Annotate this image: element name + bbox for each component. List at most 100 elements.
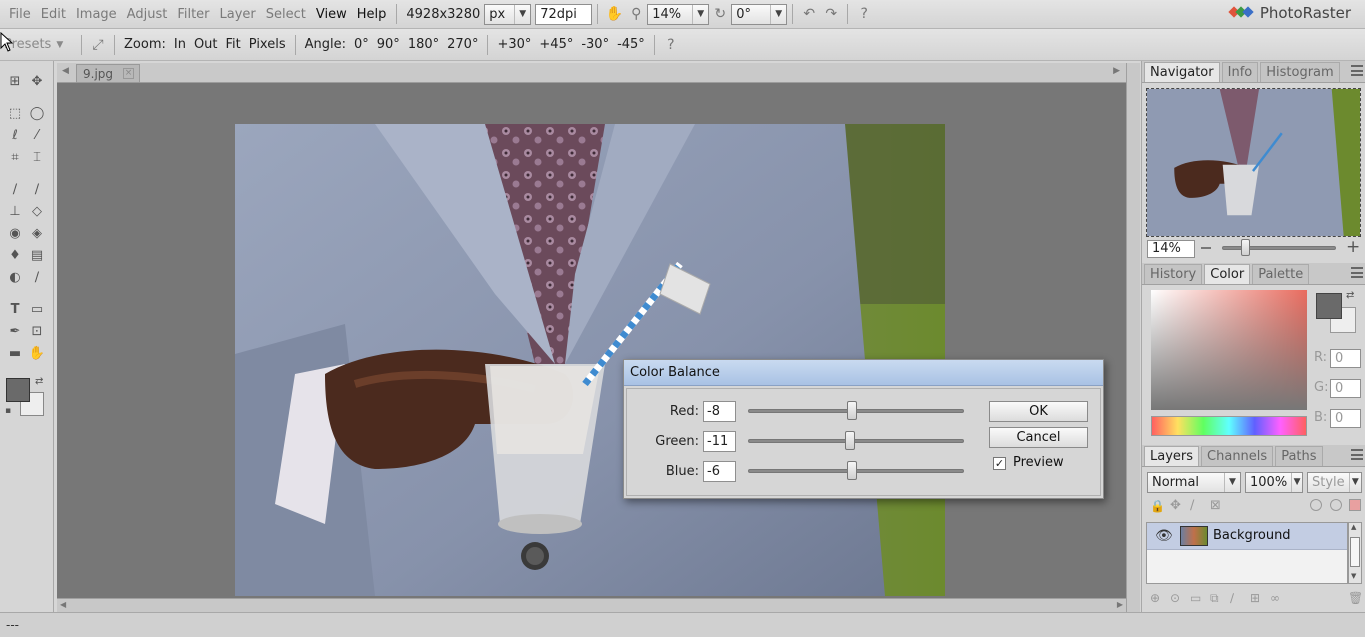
angle-270-button[interactable]: 270° <box>443 37 482 52</box>
zoom-icon[interactable]: ⚲ <box>625 3 647 25</box>
magic-wand-icon[interactable]: ⁄ <box>28 126 46 144</box>
ok-button[interactable]: OK <box>989 401 1088 422</box>
eye-icon[interactable]: 👁 <box>1155 528 1173 544</box>
menu-filter[interactable]: Filter <box>172 0 214 29</box>
hue-slider[interactable] <box>1151 416 1307 436</box>
navigator-preview[interactable] <box>1146 88 1361 237</box>
blend-mode-select[interactable]: Normal ▼ <box>1147 472 1241 493</box>
navigator-zoom-slider[interactable] <box>1222 246 1336 250</box>
scroll-up-icon[interactable]: ▲ <box>1351 523 1356 531</box>
angle-180-button[interactable]: 180° <box>404 37 443 52</box>
hand-tool-icon[interactable]: ✋ <box>28 344 46 362</box>
blur-icon[interactable]: ♦ <box>6 246 24 264</box>
menu-file[interactable]: File <box>4 0 36 29</box>
tab-scroll-left-icon[interactable]: ◀ <box>62 66 69 76</box>
eyedropper-icon[interactable]: ∕ <box>28 268 46 286</box>
pen-icon[interactable]: ✒ <box>6 322 24 340</box>
rotate-icon[interactable]: ↻ <box>709 3 731 25</box>
eraser-icon[interactable]: ◇ <box>28 202 46 220</box>
lock-position-icon[interactable]: ✥ <box>1170 498 1181 513</box>
rect-select-icon[interactable]: ⬚ <box>6 104 24 122</box>
layers-scrollbar[interactable]: ▲ ▼ <box>1348 522 1362 584</box>
new-group-icon[interactable]: ▭ <box>1190 591 1201 605</box>
g-field[interactable]: 0 <box>1330 379 1361 398</box>
duplicate-icon[interactable]: ⧉ <box>1210 591 1219 606</box>
green-field[interactable]: -11 <box>703 430 736 452</box>
green-slider-thumb[interactable] <box>844 431 855 450</box>
zoom-out-icon[interactable] <box>1201 247 1211 249</box>
undo-icon[interactable]: ↶ <box>798 3 820 25</box>
brush-icon[interactable]: ∕ <box>28 180 46 198</box>
redo-icon[interactable]: ↷ <box>820 3 842 25</box>
layer-color-icon[interactable] <box>1349 499 1361 511</box>
tab-histogram[interactable]: Histogram <box>1260 62 1340 82</box>
style-select[interactable]: Style ▼ <box>1307 472 1362 493</box>
move-icon[interactable]: ✥ <box>28 72 46 90</box>
tab-palette[interactable]: Palette <box>1252 264 1310 284</box>
paint-bucket-icon[interactable]: ◈ <box>28 224 46 242</box>
document-tab[interactable]: 9.jpg × <box>76 64 140 83</box>
angle-90-button[interactable]: 90° <box>373 37 404 52</box>
scroll-down-icon[interactable]: ▼ <box>1351 572 1356 580</box>
menu-view[interactable]: View <box>311 0 352 29</box>
help-icon[interactable]: ? <box>853 3 875 25</box>
add-style-icon[interactable]: ⊙ <box>1170 591 1180 605</box>
zoom-in-icon[interactable]: + <box>1346 239 1360 256</box>
shape-icon[interactable]: ▭ <box>28 300 46 318</box>
reset-colors-icon[interactable]: ▪ <box>5 406 11 416</box>
angle-minus45-button[interactable]: -45° <box>613 37 649 52</box>
scroll-right-icon[interactable]: ▶ <box>1117 600 1123 609</box>
tab-channels[interactable]: Channels <box>1201 446 1274 466</box>
gradient-icon[interactable]: ▤ <box>28 246 46 264</box>
transform-icon[interactable]: ⊡ <box>28 322 46 340</box>
ellipse-select-icon[interactable]: ◯ <box>28 104 46 122</box>
filter-icon[interactable]: ⊞ <box>1250 591 1260 605</box>
dpi-field[interactable]: 72dpi <box>535 3 593 25</box>
preview-checkbox[interactable]: ✓ <box>993 457 1006 470</box>
panel-menu-icon[interactable] <box>1351 449 1363 460</box>
tab-navigator[interactable]: Navigator <box>1144 62 1220 82</box>
close-icon[interactable]: × <box>123 68 135 79</box>
text-icon[interactable]: T <box>6 300 24 318</box>
layer-row[interactable]: 👁 Background <box>1147 523 1347 550</box>
navigator-zoom-field[interactable]: 14% <box>1147 240 1195 258</box>
menu-adjust[interactable]: Adjust <box>122 0 173 29</box>
tab-history[interactable]: History <box>1144 264 1203 284</box>
lock-transparency-icon[interactable]: ⊠ <box>1210 498 1221 513</box>
trash-icon[interactable]: 🗑 <box>1348 591 1363 605</box>
lasso-icon[interactable]: ℓ <box>6 126 24 144</box>
foreground-color-swatch[interactable] <box>1316 293 1342 319</box>
clone-stamp-icon[interactable]: ⊥ <box>6 202 24 220</box>
tab-scroll-right-icon[interactable]: ▶ <box>1113 66 1120 76</box>
menu-layer[interactable]: Layer <box>215 0 261 29</box>
opacity-select[interactable]: 100% ▼ <box>1245 472 1303 493</box>
zoom-pixels-button[interactable]: Pixels <box>245 37 290 52</box>
help-icon[interactable]: ? <box>660 34 682 56</box>
navigator-zoom-thumb[interactable] <box>1240 239 1250 256</box>
scroll-thumb[interactable] <box>1350 537 1360 567</box>
red-eye-icon[interactable]: ◉ <box>6 224 24 242</box>
angle-0-button[interactable]: 0° <box>350 37 373 52</box>
swap-colors-icon[interactable]: ⇄ <box>35 376 43 387</box>
artboard-icon[interactable]: ⊞ <box>6 72 24 90</box>
green-slider[interactable] <box>748 439 964 443</box>
new-layer-icon[interactable]: ⊕ <box>1150 591 1160 605</box>
angle-minus30-button[interactable]: -30° <box>577 37 613 52</box>
angle-plus30-button[interactable]: +30° <box>493 37 535 52</box>
menu-edit[interactable]: Edit <box>36 0 71 29</box>
r-field[interactable]: 0 <box>1330 349 1361 368</box>
layer-mask-icon[interactable] <box>1310 499 1322 511</box>
panel-menu-icon[interactable] <box>1351 65 1363 76</box>
blue-field[interactable]: -6 <box>703 460 736 482</box>
cancel-button[interactable]: Cancel <box>989 427 1088 448</box>
swap-colors-icon[interactable]: ⇄ <box>1346 290 1354 301</box>
edit-icon[interactable]: ∕ <box>1230 591 1234 605</box>
pencil-icon[interactable]: ∕ <box>6 180 24 198</box>
tab-layers[interactable]: Layers <box>1144 446 1200 466</box>
rotate-select[interactable]: 0° ▼ <box>731 3 788 25</box>
zoom-select[interactable]: 14% ▼ <box>647 3 710 25</box>
horizontal-scrollbar[interactable]: ◀ ▶ <box>57 598 1126 613</box>
vertical-scrollbar[interactable] <box>1126 63 1140 613</box>
scroll-left-icon[interactable]: ◀ <box>60 600 66 609</box>
red-slider-thumb[interactable] <box>846 401 857 420</box>
